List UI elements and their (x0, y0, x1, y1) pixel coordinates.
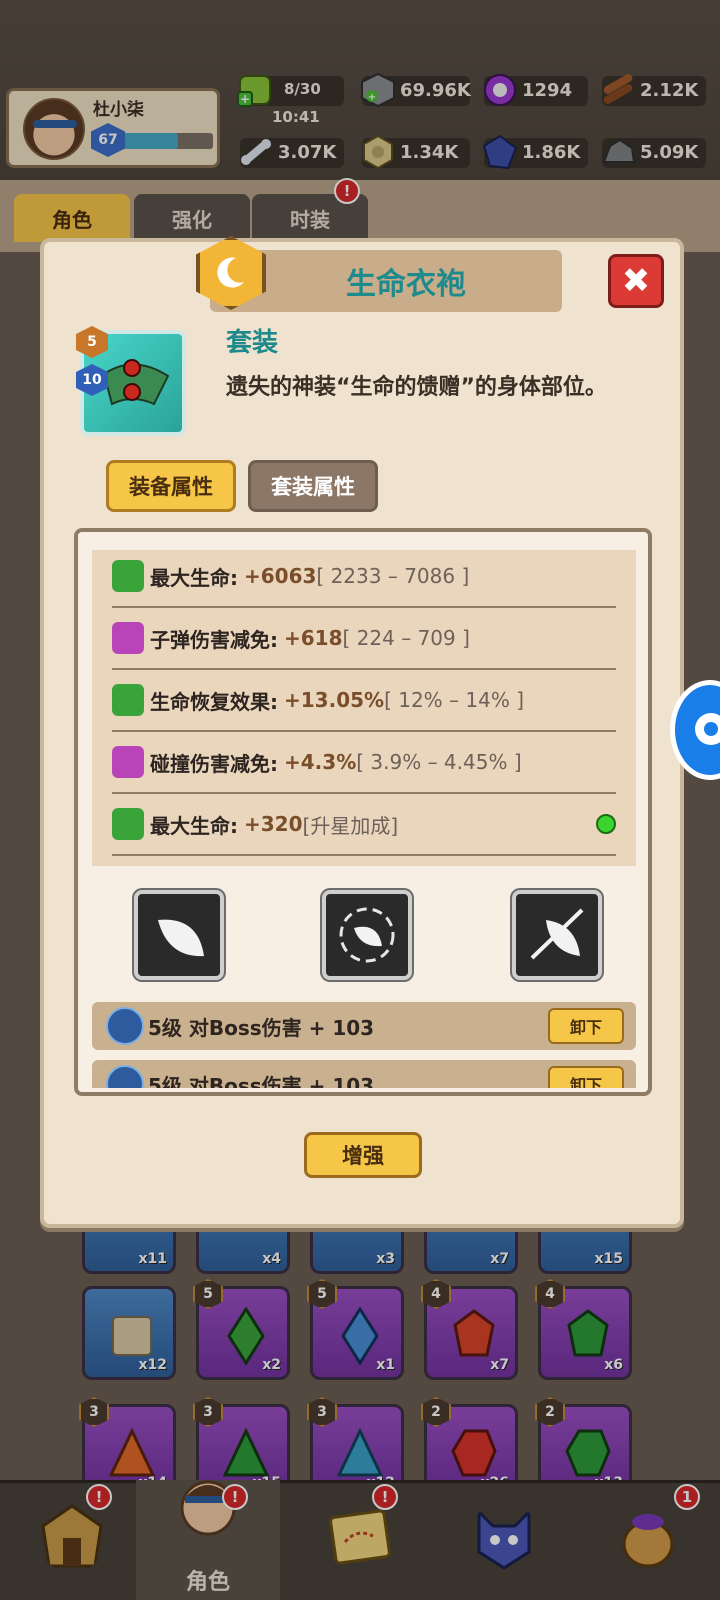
tab-equipment-attributes[interactable]: 装备属性 (106, 460, 236, 512)
stat-value: +4.3% (284, 750, 357, 774)
moon-icon (217, 257, 244, 288)
skill-slot[interactable] (322, 890, 412, 980)
stat-name: 碰撞伤害减免: (150, 751, 278, 776)
stat-name: 子弹伤害减免: (150, 627, 278, 652)
red-gem-socket-icon (106, 1007, 144, 1045)
regen-icon (112, 684, 144, 716)
bullet-shield-icon (112, 622, 144, 654)
enhance-button[interactable]: 增强 (304, 1132, 422, 1178)
stat-row: 最大生命: +6063 [ 2233 – 7086 ] (112, 546, 616, 608)
stat-value: +618 (284, 626, 343, 650)
stat-row: 生命恢复效果: +13.05% [ 12% – 14% ] (112, 670, 616, 732)
stat-row: 子弹伤害减免: +618 [ 224 – 709 ] (112, 608, 616, 670)
skill-slot[interactable] (134, 890, 224, 980)
heart-icon (112, 560, 144, 592)
stat-range: [ 3.9% – 4.45% ] (356, 750, 522, 774)
gamepad-icon (695, 713, 720, 745)
socketed-gem-row: 5级 对Boss伤害 + 103 卸下 (92, 1060, 636, 1088)
stat-name: 最大生命: (150, 813, 238, 838)
stat-range: [ 2233 – 7086 ] (316, 564, 470, 588)
stat-name: 生命恢复效果: (150, 689, 278, 714)
leaf-swirl-skill-icon (339, 907, 395, 963)
stat-value: +13.05% (284, 688, 385, 712)
stat-value: +6063 (244, 564, 317, 588)
stat-range: [ 224 – 709 ] (342, 626, 470, 650)
stat-row: 最大生命: +320 [升星加成] (112, 794, 616, 856)
stat-name: 最大生命: (150, 565, 238, 590)
unequip-button[interactable]: 卸下 (548, 1008, 624, 1044)
gem-row-clip: 5级 对Boss伤害 + 103 卸下 (92, 1060, 636, 1088)
skill-slot[interactable] (512, 890, 602, 980)
stat-range: [ 12% – 14% ] (384, 688, 525, 712)
set-label: 套装 (226, 328, 279, 358)
leaf-slash-skill-icon (530, 908, 584, 960)
stat-range: [升星加成] (302, 813, 399, 838)
close-button[interactable]: ✖ (608, 254, 664, 308)
stat-row: 碰撞伤害减免: +4.3% [ 3.9% – 4.45% ] (112, 732, 616, 794)
gem-effect-text: 5级 对Boss伤害 + 103 (148, 1073, 375, 1089)
gem-effect-text: 5级 对Boss伤害 + 103 (148, 1015, 375, 1040)
unequip-button[interactable]: 卸下 (548, 1066, 624, 1088)
collision-shield-icon (112, 746, 144, 778)
stat-value: +320 (244, 812, 303, 836)
active-indicator (596, 814, 616, 834)
leaf-skill-icon (158, 919, 204, 957)
floating-gamepad-button[interactable] (670, 680, 720, 780)
set-description: 遗失的神装“生命的馈赠”的身体部位。 (226, 375, 607, 400)
tab-set-attributes[interactable]: 套装属性 (248, 460, 378, 512)
socketed-gem-row: 5级 对Boss伤害 + 103 卸下 (92, 1002, 636, 1050)
red-gem-socket-icon (106, 1065, 144, 1088)
heart-icon (112, 808, 144, 840)
